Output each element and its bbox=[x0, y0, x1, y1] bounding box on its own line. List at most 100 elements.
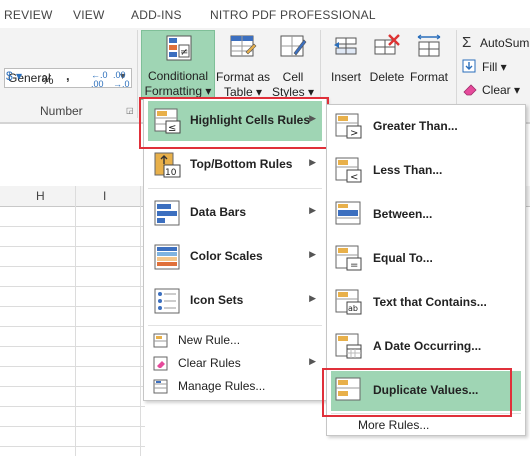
decrease-decimal-button[interactable]: .00 →.0 bbox=[113, 71, 130, 89]
menu-separator bbox=[148, 325, 322, 326]
submenu-item-greater-than[interactable]: > Greater Than... bbox=[331, 107, 521, 147]
currency-button[interactable]: $ ▾ bbox=[6, 69, 22, 83]
format-button[interactable]: Format bbox=[408, 32, 450, 92]
fill-label: Fill ▾ bbox=[482, 60, 507, 74]
menu-item-label: Clear Rules bbox=[178, 356, 241, 370]
cell-styles-icon bbox=[280, 35, 307, 57]
row-gridline bbox=[0, 366, 145, 367]
row-gridline bbox=[0, 326, 145, 327]
less-than-icon: < bbox=[335, 157, 362, 183]
greater-than-icon: > bbox=[335, 113, 362, 139]
submenu-item-label: Equal To... bbox=[373, 251, 433, 265]
submenu-item-label: Text that Contains... bbox=[373, 295, 487, 309]
menu-item-color-scales[interactable]: Color Scales ▶ bbox=[148, 237, 322, 277]
column-header-i[interactable]: I bbox=[103, 189, 106, 203]
submenu-item-text-contains[interactable]: ab Text that Contains... bbox=[331, 283, 521, 323]
row-gridline bbox=[0, 446, 145, 447]
submenu-item-less-than[interactable]: < Less Than... bbox=[331, 151, 521, 191]
fill-button[interactable]: Fill ▾ bbox=[462, 58, 530, 76]
menu-item-data-bars[interactable]: Data Bars ▶ bbox=[148, 193, 322, 233]
chevron-right-icon: ▶ bbox=[309, 157, 316, 167]
submenu-item-more-rules[interactable]: More Rules... bbox=[331, 414, 521, 436]
submenu-item-date-occurring[interactable]: A Date Occurring... bbox=[331, 327, 521, 367]
svg-text:<: < bbox=[350, 172, 358, 183]
conditional-formatting-label: Conditional Formatting ▾ bbox=[144, 69, 212, 98]
insert-label: Insert bbox=[330, 70, 361, 84]
svg-text:≠: ≠ bbox=[180, 47, 188, 58]
format-as-table-label-1: Format as bbox=[215, 70, 270, 84]
cell-styles-button[interactable]: Cell Styles ▾ bbox=[270, 32, 316, 102]
menu-item-label: Icon Sets bbox=[190, 293, 244, 307]
group-separator bbox=[137, 30, 138, 118]
menu-item-label: Manage Rules... bbox=[178, 379, 266, 393]
row-gridline bbox=[0, 306, 145, 307]
sigma-icon: Σ bbox=[462, 34, 472, 51]
row-gridline bbox=[0, 386, 145, 387]
clear-button[interactable]: Clear ▾ bbox=[462, 81, 530, 99]
delete-label: Delete bbox=[369, 70, 405, 84]
eraser-icon bbox=[463, 84, 477, 96]
between-icon bbox=[335, 201, 361, 225]
ribbon-tab-bar: REVIEW VIEW ADD-INS NITRO PDF PROFESSION… bbox=[0, 0, 530, 28]
menu-item-label: Top/Bottom Rules bbox=[190, 157, 293, 171]
svg-text:ab: ab bbox=[348, 304, 358, 313]
menu-item-label: Data Bars bbox=[190, 205, 247, 219]
chevron-right-icon: ▶ bbox=[309, 293, 316, 303]
top-bottom-icon: 10 bbox=[154, 152, 181, 178]
delete-button[interactable]: Delete bbox=[367, 32, 407, 92]
svg-text:>: > bbox=[350, 128, 358, 139]
row-gridline bbox=[0, 246, 145, 247]
submenu-item-label: Greater Than... bbox=[373, 119, 458, 133]
row-gridline bbox=[0, 266, 145, 267]
manage-rules-icon bbox=[153, 379, 168, 394]
dialog-launcher-icon[interactable]: ◲ bbox=[126, 106, 134, 115]
chevron-right-icon: ▶ bbox=[309, 249, 316, 259]
menu-item-label: Color Scales bbox=[190, 249, 263, 263]
tab-nitro-pdf[interactable]: NITRO PDF PROFESSIONAL bbox=[210, 8, 376, 22]
comma-button[interactable]: , bbox=[66, 68, 70, 83]
insert-cells-icon bbox=[334, 37, 357, 55]
menu-item-manage-rules[interactable]: Manage Rules... bbox=[148, 375, 322, 397]
tab-view[interactable]: VIEW bbox=[73, 8, 104, 22]
menu-item-clear-rules[interactable]: Clear Rules ▶ bbox=[148, 352, 322, 374]
format-as-table-button[interactable]: Format as Table ▾ bbox=[215, 32, 271, 102]
new-rule-icon bbox=[153, 333, 168, 348]
text-contains-icon: ab bbox=[335, 289, 362, 315]
format-cells-icon bbox=[417, 34, 441, 57]
row-gridline bbox=[0, 226, 145, 227]
row-gridline bbox=[0, 426, 145, 427]
submenu-item-label: More Rules... bbox=[358, 418, 430, 432]
increase-decimal-button[interactable]: ←.0 .00 bbox=[91, 71, 108, 89]
submenu-item-between[interactable]: Between... bbox=[331, 195, 521, 235]
clear-label: Clear ▾ bbox=[482, 83, 521, 97]
clear-rules-icon bbox=[153, 356, 168, 371]
menu-item-top-bottom-rules[interactable]: 10 Top/Bottom Rules ▶ bbox=[148, 145, 322, 185]
insert-button[interactable]: Insert bbox=[326, 32, 366, 92]
submenu-item-label: Less Than... bbox=[373, 163, 443, 177]
svg-text:10: 10 bbox=[165, 168, 177, 178]
submenu-item-equal-to[interactable]: = Equal To... bbox=[331, 239, 521, 279]
row-gridline bbox=[0, 346, 145, 347]
chevron-right-icon: ▶ bbox=[309, 205, 316, 215]
tab-add-ins[interactable]: ADD-INS bbox=[131, 8, 182, 22]
fill-down-icon bbox=[462, 59, 476, 73]
column-header-h[interactable]: H bbox=[36, 189, 45, 203]
menu-item-label: New Rule... bbox=[178, 333, 241, 347]
format-as-table-icon bbox=[230, 35, 257, 57]
number-group-label: Number bbox=[40, 104, 83, 118]
data-bars-icon bbox=[154, 200, 180, 226]
submenu-item-label: A Date Occurring... bbox=[373, 339, 482, 353]
submenu-item-label: Between... bbox=[373, 207, 433, 221]
color-scales-icon bbox=[154, 244, 180, 270]
conditional-formatting-button[interactable]: ≠ Conditional Formatting ▾ bbox=[141, 30, 215, 100]
tab-review[interactable]: REVIEW bbox=[4, 8, 53, 22]
icon-sets-icon bbox=[154, 288, 180, 314]
calendar-icon bbox=[335, 333, 362, 359]
cell-styles-label-1: Cell bbox=[282, 70, 304, 84]
autosum-button[interactable]: Σ AutoSum bbox=[462, 34, 530, 52]
menu-item-new-rule[interactable]: New Rule... bbox=[148, 329, 322, 351]
percent-button[interactable]: % bbox=[42, 72, 54, 87]
equal-to-icon: = bbox=[335, 245, 362, 271]
menu-item-icon-sets[interactable]: Icon Sets ▶ bbox=[148, 281, 322, 321]
format-label: Format bbox=[409, 70, 448, 84]
